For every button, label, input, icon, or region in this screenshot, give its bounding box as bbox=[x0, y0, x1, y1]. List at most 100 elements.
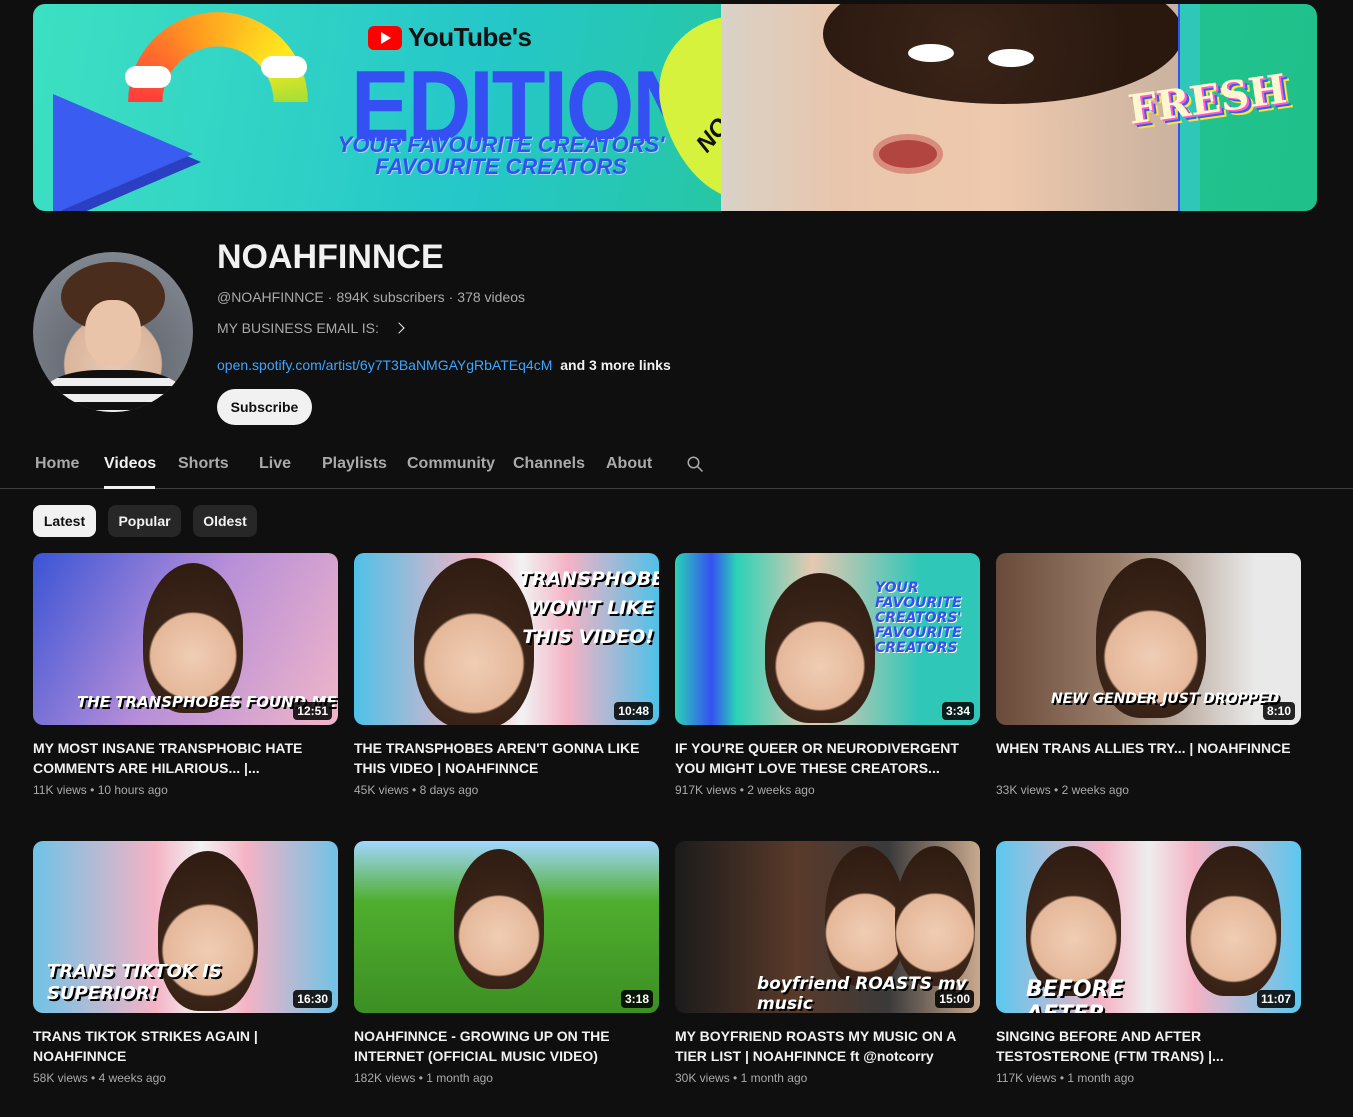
video-duration: 11:07 bbox=[1256, 990, 1295, 1008]
avatar-shirt bbox=[43, 370, 183, 412]
video-duration: 10:48 bbox=[614, 702, 653, 720]
filter-popular-chip[interactable]: Popular bbox=[108, 505, 181, 537]
video-age: 2 weeks ago bbox=[747, 783, 815, 797]
subscribe-button[interactable]: Subscribe bbox=[217, 389, 312, 425]
video-title[interactable]: NOAHFINNCE - GROWING UP ON THE INTERNET … bbox=[354, 1026, 659, 1066]
video-views: 917K views bbox=[675, 783, 737, 797]
video-age: 2 weeks ago bbox=[1061, 783, 1129, 797]
tab-home[interactable]: Home bbox=[35, 455, 79, 473]
video-meta: 11K views • 10 hours ago bbox=[33, 783, 168, 797]
thumbnail-person bbox=[143, 563, 243, 713]
thumbnail-person bbox=[1026, 846, 1121, 996]
video-card[interactable]: YOUR FAVOURITE CREATORS' FAVOURITE CREAT… bbox=[675, 553, 980, 797]
thumbnail-person bbox=[414, 558, 534, 725]
video-thumbnail[interactable]: BEFORE AFTER 11:07 bbox=[996, 841, 1301, 1013]
video-title[interactable]: MY MOST INSANE TRANSPHOBIC HATE COMMENTS… bbox=[33, 738, 338, 778]
video-thumbnail[interactable]: 3:18 bbox=[354, 841, 659, 1013]
banner-tagline-line-1: YOUR FAVOURITE CREATORS' bbox=[337, 132, 665, 157]
video-duration: 8:10 bbox=[1262, 702, 1295, 720]
video-age: 10 hours ago bbox=[97, 783, 168, 797]
video-meta: 30K views • 1 month ago bbox=[675, 1071, 808, 1085]
video-thumbnail[interactable]: TRANS TIKTOK IS SUPERIOR! 16:30 bbox=[33, 841, 338, 1013]
youtube-logo-icon bbox=[368, 25, 402, 50]
filter-oldest-chip[interactable]: Oldest bbox=[193, 505, 257, 537]
tab-shorts[interactable]: Shorts bbox=[178, 455, 229, 473]
video-card[interactable]: TRANSPHOBES WON'T LIKE THIS VIDEO! 10:48… bbox=[354, 553, 659, 797]
video-card[interactable]: boyfriend ROASTS my music 15:00 MY BOYFR… bbox=[675, 841, 980, 1085]
video-title[interactable]: SINGING BEFORE AND AFTER TESTOSTERONE (F… bbox=[996, 1026, 1301, 1066]
video-age: 8 days ago bbox=[419, 783, 479, 797]
business-email-label: MY BUSINESS EMAIL IS: bbox=[217, 320, 379, 336]
channel-avatar[interactable] bbox=[33, 252, 193, 412]
video-meta: 58K views • 4 weeks ago bbox=[33, 1071, 166, 1085]
channel-page: YouTube's EDITION YOUR FAVOURITE CREATOR… bbox=[0, 0, 1353, 1117]
banner-tagline: YOUR FAVOURITE CREATORS' FAVOURITE CREAT… bbox=[311, 134, 691, 178]
video-title[interactable]: MY BOYFRIEND ROASTS MY MUSIC ON A TIER L… bbox=[675, 1026, 980, 1066]
subscriber-count: 894K subscribers bbox=[336, 289, 445, 305]
channel-banner: YouTube's EDITION YOUR FAVOURITE CREATOR… bbox=[33, 4, 1317, 211]
video-meta: 33K views • 2 weeks ago bbox=[996, 783, 1129, 797]
video-card[interactable]: THE TRANSPHOBES FOUND ME 12:51 MY MOST I… bbox=[33, 553, 338, 797]
banner-eye bbox=[908, 44, 954, 62]
search-icon[interactable] bbox=[686, 455, 704, 473]
video-card[interactable]: BEFORE AFTER 11:07 SINGING BEFORE AND AF… bbox=[996, 841, 1301, 1085]
channel-handle: @NOAHFINNCE bbox=[217, 289, 324, 305]
arrow-graphic bbox=[53, 94, 193, 211]
tab-playlists[interactable]: Playlists bbox=[322, 455, 387, 473]
video-age: 1 month ago bbox=[1067, 1071, 1135, 1085]
video-duration: 12:51 bbox=[293, 702, 332, 720]
video-views: 45K views bbox=[354, 783, 409, 797]
cloud-graphic bbox=[261, 56, 307, 78]
tab-about[interactable]: About bbox=[606, 455, 652, 473]
channel-tabs: Home Videos Shorts Live Playlists Commun… bbox=[0, 440, 1353, 489]
video-meta: 182K views • 1 month ago bbox=[354, 1071, 493, 1085]
banner-eye bbox=[988, 49, 1034, 67]
thumbnail-person bbox=[895, 846, 975, 986]
thumbnail-person bbox=[765, 573, 875, 723]
video-thumbnail[interactable]: boyfriend ROASTS my music 15:00 bbox=[675, 841, 980, 1013]
video-views: 58K views bbox=[33, 1071, 88, 1085]
video-age: 1 month ago bbox=[740, 1071, 808, 1085]
video-title[interactable]: TRANS TIKTOK STRIKES AGAIN | NOAHFINNCE bbox=[33, 1026, 338, 1066]
video-card[interactable]: TRANS TIKTOK IS SUPERIOR! 16:30 TRANS TI… bbox=[33, 841, 338, 1085]
avatar-face bbox=[85, 300, 141, 366]
video-views: 33K views bbox=[996, 783, 1051, 797]
video-thumbnail[interactable]: TRANSPHOBES WON'T LIKE THIS VIDEO! 10:48 bbox=[354, 553, 659, 725]
video-duration: 16:30 bbox=[293, 990, 332, 1008]
video-views: 11K views bbox=[33, 783, 87, 797]
chevron-right-icon[interactable] bbox=[393, 322, 405, 334]
video-thumbnail[interactable]: YOUR FAVOURITE CREATORS' FAVOURITE CREAT… bbox=[675, 553, 980, 725]
more-links-link[interactable]: and 3 more links bbox=[560, 357, 670, 373]
video-meta: 117K views • 1 month ago bbox=[996, 1071, 1135, 1085]
video-duration: 3:34 bbox=[941, 702, 974, 720]
thumbnail-text: TRANSPHOBES WON'T LIKE THIS VIDEO! bbox=[519, 568, 659, 648]
video-thumbnail[interactable]: THE TRANSPHOBES FOUND ME 12:51 bbox=[33, 553, 338, 725]
channel-links: open.spotify.com/artist/6y7T3BaNMGAYgRbA… bbox=[217, 357, 671, 373]
filter-latest-chip[interactable]: Latest bbox=[33, 505, 96, 537]
video-title[interactable]: THE TRANSPHOBES AREN'T GONNA LIKE THIS V… bbox=[354, 738, 659, 778]
video-count: 378 videos bbox=[457, 289, 526, 305]
banner-tagline-line-2: FAVOURITE CREATORS bbox=[375, 154, 627, 179]
video-duration: 3:18 bbox=[620, 990, 653, 1008]
thumbnail-text: NEW GENDER JUST DROPPED bbox=[1051, 691, 1280, 707]
video-meta: 45K views • 8 days ago bbox=[354, 783, 479, 797]
tab-channels[interactable]: Channels bbox=[513, 455, 585, 473]
channel-description[interactable]: MY BUSINESS EMAIL IS: bbox=[217, 320, 405, 336]
video-thumbnail[interactable]: NEW GENDER JUST DROPPED 8:10 bbox=[996, 553, 1301, 725]
video-title[interactable]: IF YOU'RE QUEER OR NEURODIVERGENT YOU MI… bbox=[675, 738, 980, 778]
tab-community[interactable]: Community bbox=[407, 455, 495, 473]
cloud-graphic bbox=[125, 66, 171, 88]
thumbnail-text: BEFORE AFTER bbox=[1026, 977, 1124, 1013]
spotify-link[interactable]: open.spotify.com/artist/6y7T3BaNMGAYgRbA… bbox=[217, 357, 552, 373]
active-tab-indicator bbox=[104, 486, 155, 489]
video-views: 117K views bbox=[996, 1071, 1057, 1085]
banner-mouth bbox=[873, 134, 943, 174]
thumbnail-person bbox=[1186, 846, 1281, 996]
video-card[interactable]: 3:18 NOAHFINNCE - GROWING UP ON THE INTE… bbox=[354, 841, 659, 1085]
video-title[interactable]: WHEN TRANS ALLIES TRY... | NOAHFINNCE bbox=[996, 738, 1301, 778]
video-card[interactable]: NEW GENDER JUST DROPPED 8:10 WHEN TRANS … bbox=[996, 553, 1301, 797]
video-meta: 917K views • 2 weeks ago bbox=[675, 783, 815, 797]
tab-videos[interactable]: Videos bbox=[104, 455, 156, 473]
thumbnail-text: TRANS TIKTOK IS SUPERIOR! bbox=[47, 961, 222, 1004]
tab-live[interactable]: Live bbox=[259, 455, 291, 473]
